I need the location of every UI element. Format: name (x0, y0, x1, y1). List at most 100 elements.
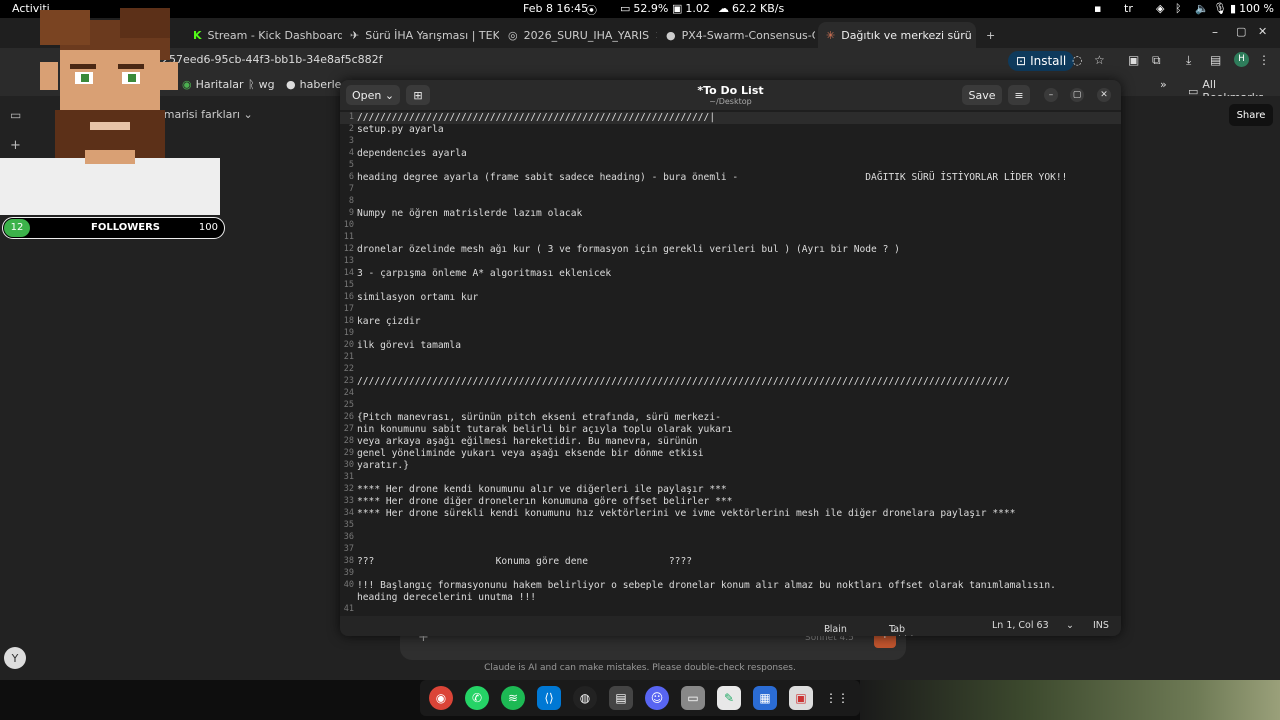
chrome-icon[interactable]: ◉ (429, 686, 453, 710)
clock[interactable]: Feb 8 16:45 (523, 2, 588, 15)
cursor-position[interactable]: Ln 1, Col 63 (992, 620, 1049, 631)
bookmark-wg[interactable]: ᚱ wg (248, 78, 275, 91)
obs-icon[interactable]: ◍ (573, 686, 597, 710)
editor-line[interactable]: 39 (340, 568, 1121, 580)
close-window-icon[interactable]: ✕ (1258, 25, 1267, 38)
battery-icon[interactable]: ▮ 100 % (1230, 2, 1274, 15)
editor-line[interactable]: 14 3 - çarpışma önleme A* algoritması ekl… (340, 268, 1121, 280)
editor-line[interactable]: 26 {Pitch manevrası, sürünün pitch ekseni… (340, 412, 1121, 424)
star-icon[interactable]: ☆ (1094, 53, 1105, 67)
minimize-icon[interactable]: – (1212, 25, 1218, 39)
eye-off-icon[interactable]: ◌ (1072, 53, 1082, 67)
text-editor-icon[interactable]: ✎ (717, 686, 741, 710)
insert-mode[interactable]: INS (1093, 620, 1109, 631)
chevron-down-icon[interactable]: ⌄ (1066, 620, 1074, 631)
menu-icon[interactable]: ⋮ (1258, 53, 1270, 67)
tab-suru-iha[interactable]: ✈ Sürü İHA Yarışması | TEK ✕ (342, 22, 499, 48)
editor-line[interactable]: 10 (340, 220, 1121, 232)
editor-line[interactable]: 7 (340, 184, 1121, 196)
wifi-icon[interactable]: ◈ (1156, 2, 1164, 15)
editor-line[interactable]: 2 setup.py ayarla (340, 124, 1121, 136)
editor-line[interactable]: 11 (340, 232, 1121, 244)
editor-line[interactable]: 35 (340, 520, 1121, 532)
editor-line[interactable]: 18 kare çizdir (340, 316, 1121, 328)
editor-text-area[interactable]: 1///////////////////////////////////////… (340, 112, 1121, 614)
editor-line[interactable]: 36 (340, 532, 1121, 544)
close-icon[interactable]: ✕ (655, 29, 657, 42)
editor-line[interactable]: 41 (340, 604, 1121, 614)
editor-line[interactable]: 22 (340, 364, 1121, 376)
tab-2026-suru[interactable]: ◎ 2026_SURU_IHA_YARIS ✕ (500, 22, 657, 48)
document-icon[interactable]: ▦ (753, 686, 777, 710)
vscode-icon[interactable]: ⟨⟩ (537, 686, 561, 710)
app-indicator-icon[interactable]: ▪ (1094, 2, 1101, 15)
editor-line[interactable]: 38??? Konuma göre dene ???? (340, 556, 1121, 568)
line-text: 3 - çarpışma önleme A* algoritması eklen… (357, 268, 612, 279)
download-icon[interactable]: ⤓ (1186, 53, 1191, 68)
minimize-icon[interactable]: – (1044, 88, 1058, 102)
discord-icon[interactable]: ☺ (645, 686, 669, 710)
keyboard-layout[interactable]: tr (1124, 2, 1133, 15)
mic-icon[interactable]: 🎙 (1213, 2, 1227, 15)
cast-icon[interactable]: ▣ (1128, 53, 1139, 67)
dnd-icon[interactable]: ⦿ (586, 2, 597, 18)
editor-line[interactable]: 33 **** Her drone diğer dronelerın konumu… (340, 496, 1121, 508)
editor-line[interactable]: 8 (340, 196, 1121, 208)
maximize-icon[interactable]: ▢ (1070, 88, 1084, 102)
extensions-icon[interactable]: ⧉ (1152, 53, 1161, 68)
whatsapp-icon[interactable]: ✆ (465, 686, 489, 710)
editor-line[interactable]: 20 ilk görevi tamamla (340, 340, 1121, 352)
editor-headerbar: Open ⌄ ⊞ *To Do List ~/Desktop Save ≡ – … (340, 80, 1121, 110)
share-button[interactable]: Share (1229, 104, 1273, 126)
editor-line[interactable]: 19 (340, 328, 1121, 340)
editor-line[interactable]: 27 nin konumunu sabit tutarak belirli bir… (340, 424, 1121, 436)
new-tab-button[interactable]: + (978, 22, 1000, 48)
window-app-icon[interactable]: ▤ (609, 686, 633, 710)
editor-line[interactable]: 1///////////////////////////////////////… (340, 112, 1121, 124)
editor-line[interactable]: 15 (340, 280, 1121, 292)
close-icon[interactable]: ✕ (1097, 88, 1111, 102)
tab-label: Dağıtık ve merkezi sürü (841, 28, 972, 42)
line-number: 14 (343, 268, 354, 278)
save-button[interactable]: Save (962, 85, 1002, 105)
screenshot-icon[interactable]: ▣ (789, 686, 813, 710)
sidepanel-icon[interactable]: ▤ (1210, 53, 1221, 67)
install-button[interactable]: ⊡ Install (1008, 51, 1075, 71)
bookmark-haberler[interactable]: ● haberle (286, 78, 341, 91)
user-avatar[interactable]: Y (4, 647, 26, 669)
editor-line[interactable]: 28 veya arkaya aşağı eğilmesi hareketidir… (340, 436, 1121, 448)
editor-line[interactable]: 4 dependencies ayarla (340, 148, 1121, 160)
editor-line[interactable]: 31 (340, 472, 1121, 484)
editor-line[interactable]: 17 (340, 304, 1121, 316)
profile-avatar[interactable]: H (1234, 52, 1249, 67)
editor-line[interactable]: 30 yaratır.} (340, 460, 1121, 472)
editor-line[interactable]: 16 similasyon ortamı kur (340, 292, 1121, 304)
maximize-icon[interactable]: ▢ (1236, 25, 1246, 38)
editor-line[interactable]: 13 (340, 256, 1121, 268)
editor-line[interactable]: 34 **** Her drone sürekli kendi konumunu … (340, 508, 1121, 520)
line-number: 36 (343, 532, 354, 542)
app-grid-icon[interactable]: ⋮⋮ (825, 686, 849, 710)
spotify-icon[interactable]: ≋ (501, 686, 525, 710)
bluetooth-icon[interactable]: ᛒ (1175, 2, 1182, 15)
editor-line[interactable]: 12 dronelar özelinde mesh ağı kur ( 3 ve … (340, 244, 1121, 256)
editor-line[interactable]: 23//////////////////////////////////////… (340, 376, 1121, 388)
files-icon[interactable]: ▭ (681, 686, 705, 710)
editor-line[interactable]: 5 (340, 160, 1121, 172)
volume-icon[interactable]: 🔈 (1195, 2, 1209, 15)
editor-line[interactable]: 32 **** Her drone kendi konumunu alır ve … (340, 484, 1121, 496)
editor-line[interactable]: 9 Numpy ne öğren matrislerde lazım olacak (340, 208, 1121, 220)
tab-dagitik[interactable]: ✳ Dağıtık ve merkezi sürü ✕ (818, 22, 976, 48)
editor-line[interactable]: 6 heading degree ayarla (frame sabit sade… (340, 172, 1121, 184)
editor-line[interactable]: 21 (340, 352, 1121, 364)
editor-line[interactable]: 25 (340, 400, 1121, 412)
editor-line[interactable]: 29 genel yöneliminde yukarı veya aşağı ek… (340, 448, 1121, 460)
hamburger-menu-button[interactable]: ≡ (1008, 85, 1030, 105)
tab-px4-swarm[interactable]: ● PX4-Swarm-Consensus-C ✕ (658, 22, 815, 48)
editor-line[interactable]: 37 (340, 544, 1121, 556)
editor-line[interactable]: 24 (340, 388, 1121, 400)
editor-line[interactable]: 40!!! Başlangıç formasyonunu hakem belir… (340, 580, 1121, 592)
editor-line[interactable]: 3 (340, 136, 1121, 148)
bookmarks-overflow-icon[interactable]: » (1160, 78, 1167, 91)
editor-line[interactable]: heading derecelerini unutma !!! (340, 592, 1121, 604)
